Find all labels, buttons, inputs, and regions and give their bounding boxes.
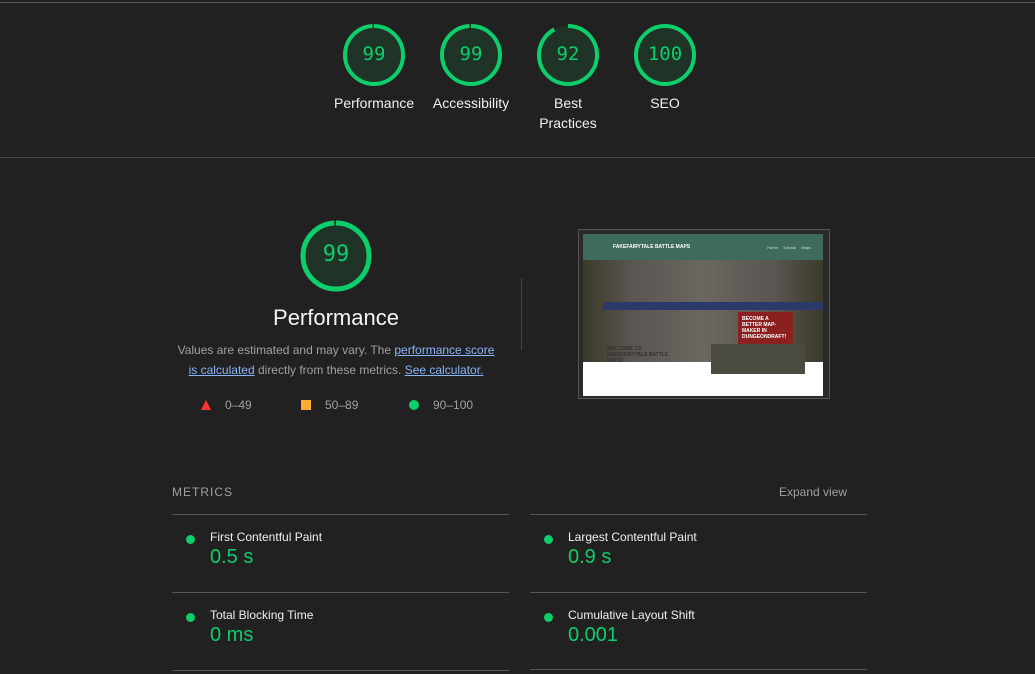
category-best-practices[interactable]: 92 Best Practices [518, 23, 618, 133]
map-band [603, 302, 823, 310]
divider [172, 592, 509, 593]
metric-value: 0 ms [210, 624, 254, 646]
vertical-divider [521, 278, 522, 350]
pass-icon [186, 535, 195, 544]
pass-icon [544, 613, 553, 622]
pass-icon [186, 613, 195, 622]
metric-label: Total Blocking Time [210, 608, 314, 622]
gauge-ring: 100 [633, 23, 697, 87]
category-label: Performance [334, 95, 415, 111]
top-border [0, 2, 1035, 3]
divider [530, 514, 867, 515]
gauge-score: 99 [362, 43, 386, 66]
desc-text: Values are estimated and may vary. The [177, 343, 395, 357]
legend-fail: 0–49 [201, 398, 252, 412]
metric-value: 0.9 s [568, 546, 612, 568]
legend-range: 90–100 [433, 398, 474, 412]
pass-icon [544, 535, 553, 544]
divider [172, 514, 509, 515]
performance-gauge: 99 [296, 218, 376, 294]
category-label: Accessibility [432, 95, 510, 111]
gauge-score: 92 [556, 43, 580, 66]
metrics-heading: METRICS [172, 485, 233, 499]
screenshot-nav: Home Tutorial Maps [767, 244, 811, 250]
gauge-score: 99 [322, 242, 350, 268]
divider [0, 157, 1035, 158]
gauge-ring: 92 [536, 23, 600, 87]
category-seo[interactable]: 100 SEO [615, 23, 715, 113]
legend-range: 50–89 [325, 398, 359, 412]
performance-title: Performance [273, 305, 399, 330]
category-label: Best Practices [539, 95, 597, 131]
legend-pass: 90–100 [409, 398, 473, 412]
metric-value: 0.5 s [210, 546, 254, 568]
metric-label: Cumulative Layout Shift [568, 608, 695, 622]
see-calculator-link[interactable]: See calculator. [405, 363, 484, 377]
metric-label: Largest Contentful Paint [568, 530, 697, 544]
screenshot-video [711, 344, 805, 374]
divider [530, 592, 867, 593]
category-accessibility[interactable]: 99 Accessibility [421, 23, 521, 113]
category-label: SEO [650, 95, 680, 111]
gauge-ring: 99 [342, 23, 406, 87]
metric-label: First Contentful Paint [210, 530, 323, 544]
square-icon [301, 400, 311, 410]
legend-range: 0–49 [225, 398, 252, 412]
circle-icon [409, 400, 419, 410]
expand-view-button[interactable]: Expand view [779, 485, 847, 499]
triangle-icon [201, 400, 211, 410]
legend-average: 50–89 [301, 398, 358, 412]
performance-description: Values are estimated and may vary. The p… [172, 340, 500, 380]
desc-text: directly from these metrics. [254, 363, 405, 377]
divider [530, 669, 867, 670]
final-screenshot[interactable]: FAKEFAIRYTALE BATTLE MAPS Home Tutorial … [578, 229, 830, 399]
category-performance[interactable]: 99 Performance [324, 23, 424, 113]
gauge-ring: 99 [439, 23, 503, 87]
screenshot-header: FAKEFAIRYTALE BATTLE MAPS Home Tutorial … [583, 234, 823, 260]
gauge-score: 99 [459, 43, 483, 66]
gauge-ring: 99 [298, 218, 374, 294]
screenshot-site-title: FAKEFAIRYTALE BATTLE MAPS [613, 244, 691, 250]
metric-value: 0.001 [568, 624, 619, 646]
screenshot-welcome: WELCOME TO FAKEFAIRYTALE BATTLE MAPS! [607, 346, 669, 364]
divider [172, 670, 509, 671]
gauge-score: 100 [647, 43, 683, 66]
